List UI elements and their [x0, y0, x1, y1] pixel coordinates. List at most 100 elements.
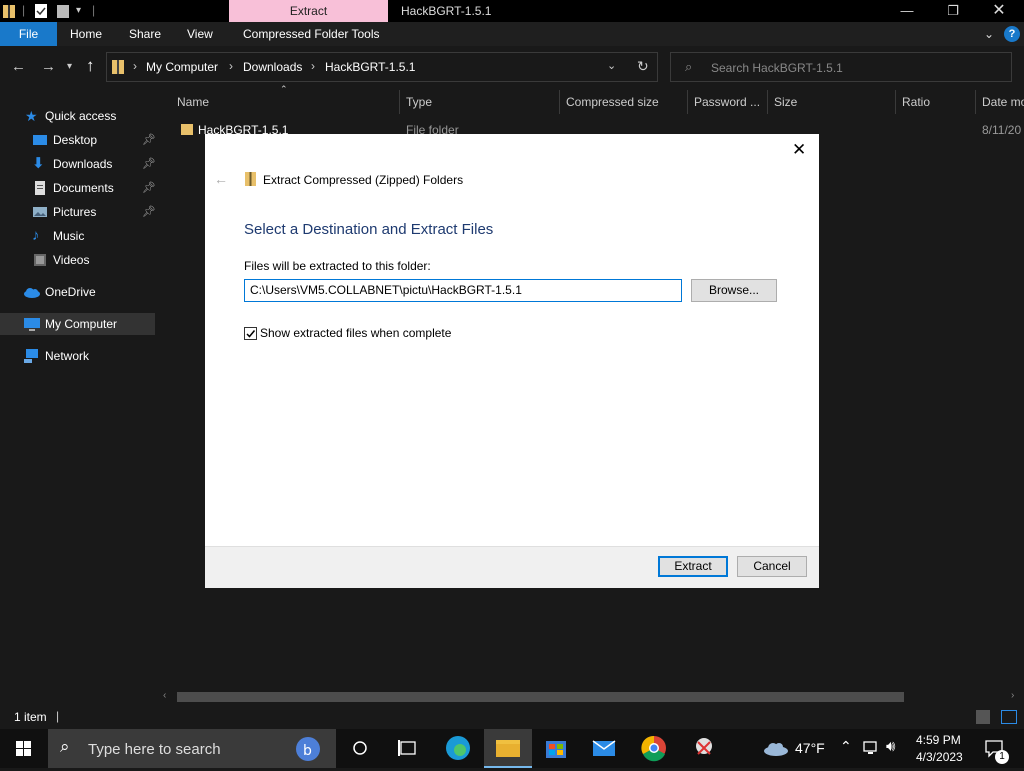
sidebar-item-downloads[interactable]: ⬇ Downloads 📌︎ [0, 153, 156, 175]
task-view-icon[interactable] [384, 729, 432, 768]
network-tray-icon[interactable] [862, 739, 880, 760]
dialog-back-arrow-icon[interactable]: ← [214, 171, 228, 187]
sidebar-item-label: Quick access [45, 109, 117, 123]
forward-arrow-icon[interactable]: → [41, 58, 56, 75]
destination-path-input[interactable]: C:\Users\VM5.COLLABNET\pictu\HackBGRT-1.… [244, 279, 682, 302]
sidebar-item-my-computer[interactable]: My Computer [0, 313, 155, 335]
tab-compressed-folder-tools[interactable]: Compressed Folder Tools [243, 22, 380, 46]
chrome-icon[interactable] [630, 729, 678, 768]
cancel-button[interactable]: Cancel [737, 556, 807, 577]
breadcrumb-my-computer[interactable]: My Computer [146, 60, 218, 74]
microsoft-store-icon[interactable] [532, 729, 580, 768]
documents-icon [32, 180, 48, 196]
breadcrumb-current-folder[interactable]: HackBGRT-1.5.1 [325, 60, 415, 74]
column-header-password[interactable]: Password ... [694, 90, 760, 114]
edge-browser-icon[interactable] [434, 729, 482, 768]
pin-icon[interactable]: 📌︎ [142, 153, 156, 175]
sidebar-item-quick-access[interactable]: ★ Quick access [0, 105, 155, 127]
clock-time[interactable]: 4:59 PM [916, 733, 961, 747]
breadcrumb-chevron-icon[interactable]: › [229, 59, 233, 73]
new-folder-icon[interactable] [56, 3, 70, 19]
sidebar-item-label: Documents [53, 181, 114, 195]
column-header-name[interactable]: Name [177, 90, 209, 114]
column-divider[interactable] [767, 90, 768, 114]
horizontal-scrollbar[interactable]: ‹ › [159, 689, 1024, 705]
file-explorer-icon[interactable] [484, 729, 532, 768]
snipping-tool-icon[interactable] [680, 729, 728, 768]
scroll-right-icon[interactable]: › [1011, 690, 1014, 701]
refresh-icon[interactable]: ↻ [637, 58, 649, 75]
clock-date[interactable]: 4/3/2023 [916, 750, 963, 764]
scrollbar-thumb[interactable] [177, 692, 904, 702]
expand-ribbon-icon[interactable]: ⌄ [984, 22, 994, 46]
star-icon: ★ [25, 108, 38, 124]
column-header-ratio[interactable]: Ratio [902, 90, 930, 114]
column-divider[interactable] [975, 90, 976, 114]
show-files-label[interactable]: Show extracted files when complete [260, 326, 451, 340]
tab-share[interactable]: Share [129, 22, 161, 46]
column-header-date-modified[interactable]: Date mo [982, 90, 1024, 114]
context-tab-extract[interactable]: Extract [229, 0, 388, 22]
customize-toolbar-icon[interactable]: ▾ [76, 3, 81, 19]
minimize-button[interactable]: — [884, 0, 930, 22]
mail-icon[interactable] [580, 729, 628, 768]
extract-button[interactable]: Extract [658, 556, 728, 577]
breadcrumb-chevron-icon[interactable]: › [133, 59, 137, 73]
zip-folder-icon [244, 171, 257, 190]
column-divider[interactable] [399, 90, 400, 114]
search-icon: ⌕ [685, 59, 693, 74]
volume-icon[interactable]: 🔊︎ [886, 738, 895, 755]
tab-view[interactable]: View [187, 22, 213, 46]
weather-temperature[interactable]: 47°F [795, 740, 825, 756]
dialog-footer: Extract Cancel [205, 546, 819, 588]
restore-button[interactable]: ❐ [930, 0, 976, 22]
title-bar: | ▾ | Extract HackBGRT-1.5.1 — ❐ ✕ [0, 0, 1024, 22]
back-arrow-icon[interactable]: ← [11, 58, 26, 75]
tab-home[interactable]: Home [70, 22, 102, 46]
weather-cloud-icon[interactable] [762, 739, 790, 760]
help-icon[interactable]: ? [1004, 26, 1020, 42]
dialog-close-icon[interactable]: ✕ [792, 140, 806, 160]
large-icons-view-icon[interactable] [1001, 710, 1017, 724]
recent-locations-icon[interactable]: ▾ [67, 61, 72, 72]
breadcrumb-downloads[interactable]: Downloads [243, 60, 302, 74]
pin-icon[interactable]: 📌︎ [142, 177, 156, 199]
up-arrow-icon[interactable]: ↑ [86, 56, 95, 76]
sidebar-item-documents[interactable]: Documents 📌︎ [0, 177, 156, 199]
close-window-button[interactable]: ✕ [976, 0, 1022, 22]
sidebar-item-onedrive[interactable]: OneDrive [0, 281, 155, 303]
browse-button[interactable]: Browse... [691, 279, 777, 302]
separator: | [22, 3, 26, 17]
windows-start-icon[interactable] [0, 729, 48, 768]
taskbar-search-box[interactable]: ⌕ Type here to search b [48, 729, 336, 768]
sidebar-item-videos[interactable]: Videos [0, 249, 155, 271]
pin-icon[interactable]: 📌︎ [142, 129, 156, 151]
search-box[interactable]: ⌕ Search HackBGRT-1.5.1 [670, 52, 1012, 82]
bing-icon[interactable]: b [294, 735, 322, 766]
sidebar-item-desktop[interactable]: Desktop 📌︎ [0, 129, 156, 151]
column-divider[interactable] [895, 90, 896, 114]
scroll-left-icon[interactable]: ‹ [163, 690, 166, 701]
search-placeholder: Search HackBGRT-1.5.1 [711, 61, 843, 75]
details-view-icon[interactable] [976, 710, 990, 724]
folder-icon[interactable] [2, 3, 16, 19]
column-divider[interactable] [687, 90, 688, 114]
address-bar[interactable]: › My Computer › Downloads › HackBGRT-1.5… [106, 52, 658, 82]
properties-icon[interactable] [34, 3, 48, 19]
column-header-compressed-size[interactable]: Compressed size [566, 90, 659, 114]
column-divider[interactable] [559, 90, 560, 114]
tab-file[interactable]: File [0, 22, 57, 46]
sidebar-item-pictures[interactable]: Pictures 📌︎ [0, 201, 156, 223]
file-date: 8/11/20 [982, 123, 1022, 137]
show-hidden-icons-icon[interactable]: ⌃ [840, 738, 852, 755]
column-header-size[interactable]: Size [774, 90, 797, 114]
sidebar-item-label: Network [45, 349, 90, 363]
task-view-cortana-icon[interactable] [336, 729, 384, 768]
pin-icon[interactable]: 📌︎ [142, 201, 156, 223]
sidebar-item-music[interactable]: ♪ Music [0, 225, 155, 247]
column-header-type[interactable]: Type [406, 90, 432, 114]
sidebar-item-network[interactable]: Network [0, 345, 155, 367]
breadcrumb-chevron-icon[interactable]: › [311, 59, 315, 73]
address-dropdown-icon[interactable]: ⌄ [607, 59, 616, 72]
show-files-checkbox[interactable] [244, 327, 257, 340]
